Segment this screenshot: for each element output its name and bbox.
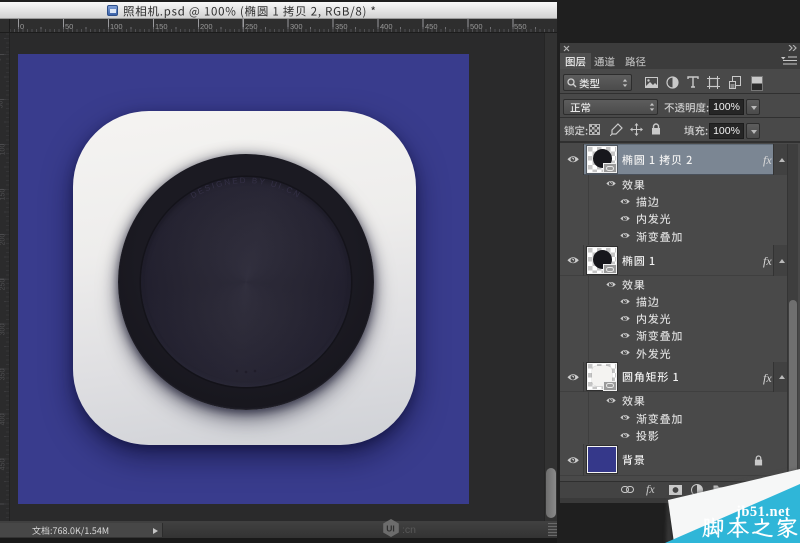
svg-text:DESIGNED BY UI.CN: DESIGNED BY UI.CN [189,175,303,199]
svg-text::cn: :cn [402,524,416,536]
svg-text:UI: UI [386,524,395,534]
